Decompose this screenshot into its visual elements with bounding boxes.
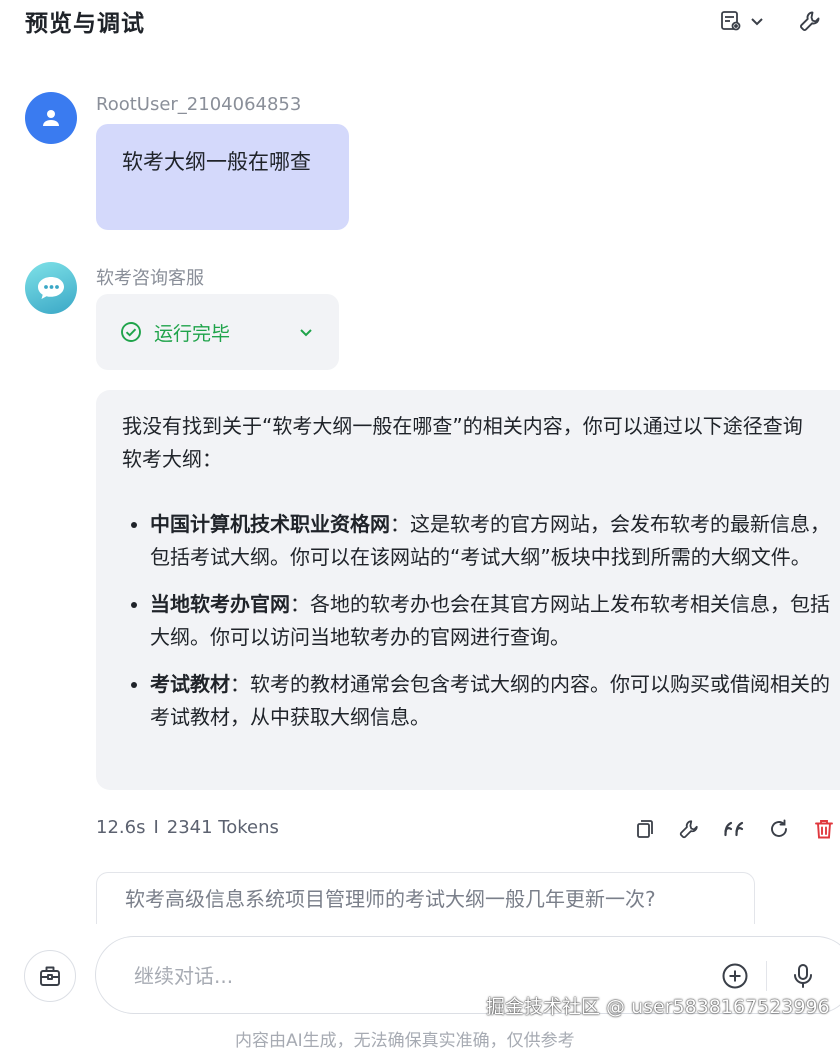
- voice-input-button[interactable]: [786, 959, 820, 993]
- check-circle-icon: [121, 322, 141, 342]
- layout-settings-icon: [721, 11, 741, 31]
- chat-input[interactable]: [132, 959, 696, 993]
- chat-bubble-icon: [38, 277, 64, 299]
- user-icon: [43, 110, 59, 126]
- answer-list-item: 考试教材：软考的教材通常会包含考试大纲的内容。你可以购买或借阅相关的考试教材，从…: [150, 668, 830, 734]
- wrench-icon: [800, 11, 820, 31]
- token-count: 2341 Tokens: [166, 817, 279, 838]
- debug-button[interactable]: [675, 815, 703, 843]
- toolbox-icon: [40, 966, 60, 986]
- regenerate-button[interactable]: [765, 815, 793, 843]
- page-title: 预览与调试: [25, 11, 145, 37]
- user-name: RootUser_2104064853: [96, 94, 302, 115]
- answer-list-item: 中国计算机技术职业资格网：这是软考的官方网站，会发布软考的最新信息，包括考试大纲…: [150, 508, 830, 574]
- ai-disclaimer: 内容由AI生成，无法确保真实准确，仅供参考: [235, 1031, 575, 1051]
- user-message-bubble: 软考大纲一般在哪查: [96, 124, 349, 230]
- input-divider: [766, 961, 767, 991]
- user-avatar: [25, 92, 77, 144]
- run-status-toggle[interactable]: 运行完毕: [96, 294, 339, 370]
- header: 预览与调试: [0, 0, 840, 44]
- delete-button[interactable]: [810, 815, 838, 843]
- bot-answer: 我没有找到关于“软考大纲一般在哪查”的相关内容，你可以通过以下途径查询软考大纲：…: [96, 390, 840, 790]
- plus-circle-icon: [722, 963, 748, 989]
- answer-item-title: 考试教材: [150, 672, 230, 696]
- chevron-down-icon: [751, 18, 763, 26]
- copy-icon: [637, 820, 653, 838]
- answer-intro: 我没有找到关于“软考大纲一般在哪查”的相关内容，你可以通过以下途径查询软考大纲：: [122, 414, 803, 471]
- run-status-text: 运行完毕: [154, 322, 231, 345]
- copy-button[interactable]: [630, 815, 658, 843]
- bot-name: 软考咨询客服: [96, 268, 204, 289]
- response-stats: 12.6s I 2341 Tokens: [96, 817, 279, 838]
- answer-item-text: ：软考的教材通常会包含考试大纲的内容。你可以购买或借阅相关的考试教材，从中获取大…: [150, 672, 830, 729]
- chevron-down-icon: [300, 329, 312, 337]
- answer-item-title: 中国计算机技术职业资格网: [150, 512, 390, 536]
- answer-list-item: 当地软考办官网：各地的软考办也会在其官方网站上发布软考相关信息，包括大纲。你可以…: [150, 588, 830, 654]
- wrench-icon: [679, 820, 698, 839]
- layout-settings-button[interactable]: [716, 6, 768, 36]
- microphone-icon: [794, 964, 812, 988]
- add-attachment-button[interactable]: [718, 959, 752, 993]
- bot-avatar: [25, 262, 77, 314]
- suggested-question[interactable]: 软考高级信息系统项目管理师的考试大纲一般几年更新一次?: [96, 872, 755, 924]
- answer-item-title: 当地软考办官网: [150, 592, 290, 616]
- stats-separator: I: [153, 817, 159, 838]
- tools-button[interactable]: [794, 6, 826, 36]
- refresh-icon: [771, 819, 787, 837]
- answer-list: 中国计算机技术职业资格网：这是软考的官方网站，会发布软考的最新信息，包括考试大纲…: [122, 508, 830, 734]
- toolbox-button[interactable]: [24, 950, 76, 1002]
- quote-icon: [724, 821, 744, 837]
- trash-icon: [815, 820, 833, 839]
- watermark: 掘金技术社区 @ user5838167523996: [486, 996, 830, 1018]
- quote-button[interactable]: [720, 815, 748, 843]
- response-time: 12.6s: [96, 817, 146, 838]
